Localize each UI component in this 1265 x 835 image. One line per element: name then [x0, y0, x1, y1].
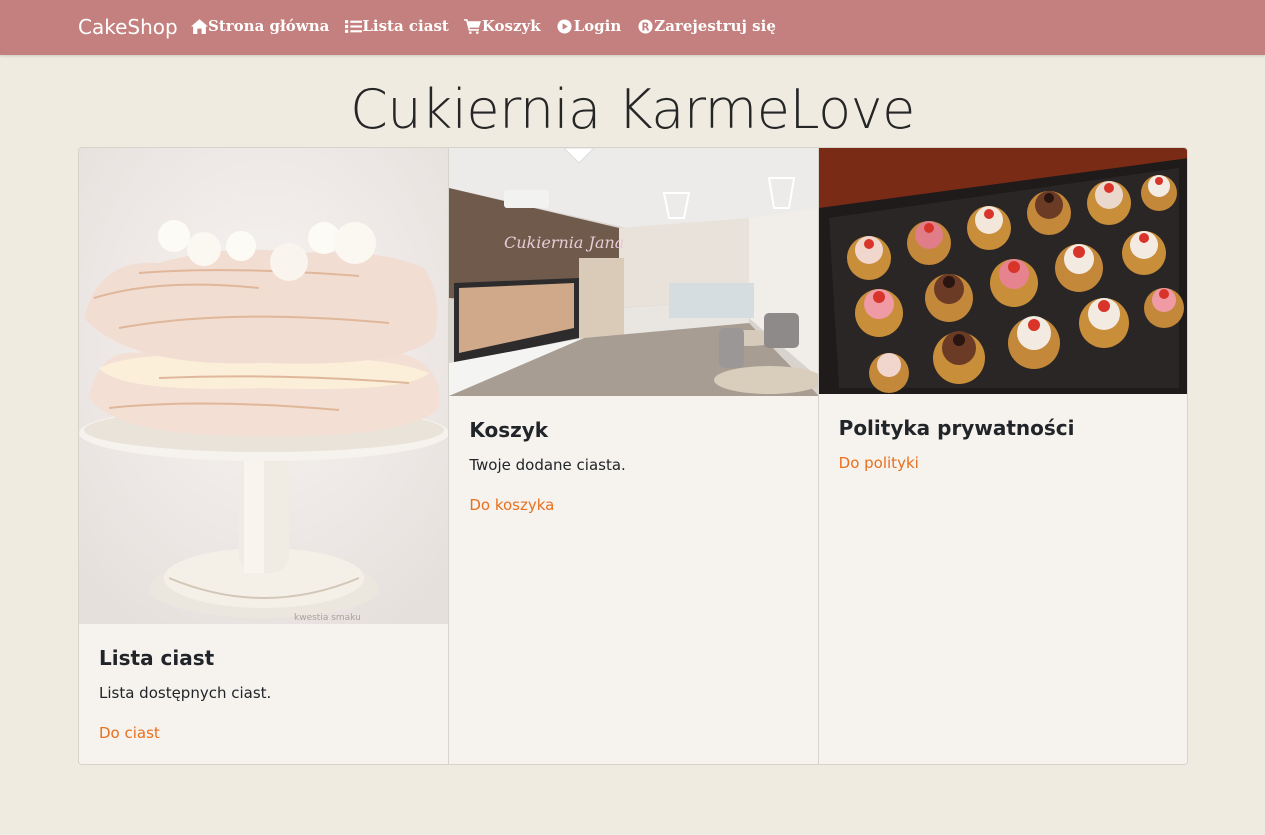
page-title: Cukiernia KarmeLove — [350, 78, 915, 141]
nav-item-login[interactable]: Login — [556, 17, 622, 35]
card-privacy: Polityka prywatności Do polityki — [817, 148, 1187, 764]
card-cakes-title: Lista ciast — [99, 646, 215, 670]
watermark-text: kwestia smaku — [294, 613, 361, 623]
nav-item-login-label: Login — [573, 17, 622, 35]
nav-item-home-label: Strona główna — [208, 17, 330, 35]
home-icon — [190, 18, 208, 34]
cake-image: kwestia smaku — [79, 148, 449, 624]
nav-item-cakes[interactable]: Lista ciast — [344, 17, 449, 35]
svg-text:R: R — [641, 21, 649, 33]
card-cart-body: Koszyk Twoje dodane ciasta. Do koszyka — [469, 418, 797, 515]
shop-interior-image: Cukiernia Jana — [449, 148, 818, 396]
nav-item-cakes-label: Lista ciast — [362, 17, 449, 35]
card-cart-title: Koszyk — [469, 418, 549, 442]
register-icon: R — [636, 18, 654, 34]
card-cart: Cukiernia Jana Koszyk Twoje dodane ciast… — [448, 148, 818, 764]
nav-item-register-label: Zarejestruj się — [654, 17, 776, 35]
shop-sign-text: Cukiernia Jana — [504, 233, 624, 252]
card-cakes: kwestia smaku Lista ciast Lista dostępny… — [79, 148, 449, 764]
nav-item-home[interactable]: Strona główna — [190, 17, 329, 35]
card-group: kwestia smaku Lista ciast Lista dostępny… — [78, 147, 1188, 765]
card-cart-text: Twoje dodane ciasta. — [469, 456, 626, 474]
nav-menu: Strona główna Lista ciast Koszyk Login R… — [190, 17, 791, 35]
card-cakes-text: Lista dostępnych ciast. — [99, 684, 272, 702]
top-navbar: CakeShop Strona główna Lista ciast Koszy… — [0, 0, 1265, 55]
card-cakes-body: Lista ciast Lista dostępnych ciast. Do c… — [99, 646, 428, 743]
nav-item-register[interactable]: R Zarejestruj się — [636, 17, 776, 35]
brand-link[interactable]: CakeShop — [78, 15, 178, 39]
cart-icon — [464, 18, 482, 34]
list-icon — [344, 18, 362, 34]
to-cakes-link[interactable]: Do ciast — [99, 724, 160, 742]
card-privacy-title: Polityka prywatności — [838, 416, 1075, 440]
login-icon — [556, 18, 574, 34]
nav-item-cart-label: Koszyk — [481, 17, 541, 35]
pastries-image — [818, 148, 1187, 394]
to-privacy-link[interactable]: Do polityki — [839, 454, 919, 472]
nav-item-cart[interactable]: Koszyk — [464, 17, 541, 35]
card-privacy-body: Polityka prywatności Do polityki — [839, 416, 1167, 473]
to-cart-link[interactable]: Do koszyka — [469, 496, 554, 514]
